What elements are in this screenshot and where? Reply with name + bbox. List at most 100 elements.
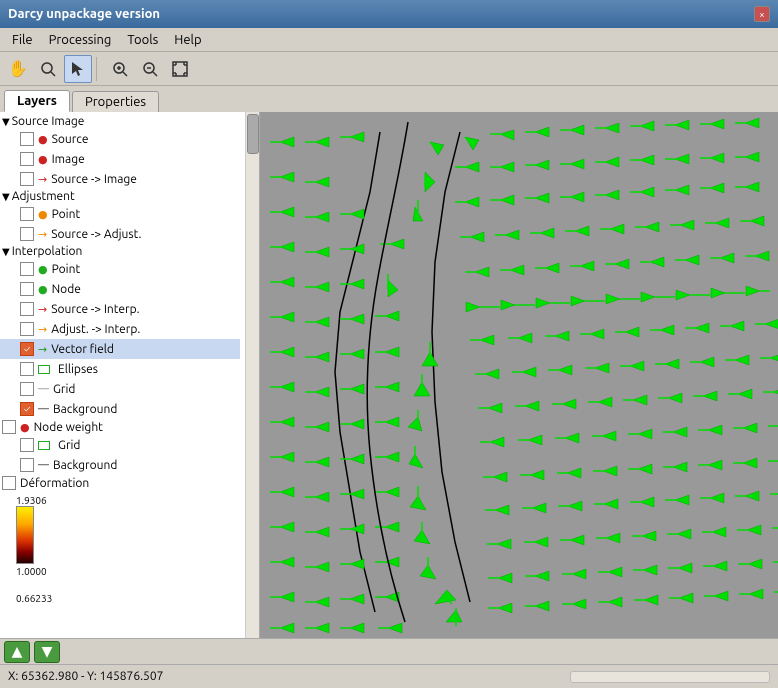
- toolbar: ✋: [0, 52, 778, 86]
- canvas-area[interactable]: [260, 112, 778, 638]
- layer-nw-grid: Grid: [0, 435, 240, 455]
- layer-adj-point: ● Point: [0, 204, 240, 224]
- zoom-out-button[interactable]: [136, 55, 164, 83]
- layer-adjust-interp: → Adjust. -> Interp.: [0, 319, 240, 339]
- layer-source: ● Source: [0, 129, 240, 149]
- checkbox-source[interactable]: [20, 132, 34, 146]
- menu-processing[interactable]: Processing: [41, 31, 120, 49]
- pan-tool-button[interactable]: ✋: [4, 55, 32, 83]
- colorbar-mid-label: 1.0000: [16, 566, 47, 577]
- checkbox-deformation-group[interactable]: [2, 476, 16, 490]
- checkbox-grid[interactable]: [20, 382, 34, 396]
- dot-red-icon: ●: [38, 133, 48, 146]
- checkbox-image[interactable]: [20, 152, 34, 166]
- layer-ellipses: Ellipses: [0, 359, 240, 379]
- line-black-icon-2: —: [38, 459, 49, 471]
- checkbox-ellipses[interactable]: [20, 362, 34, 376]
- layers-scrollbar-thumb[interactable]: [247, 114, 259, 154]
- layer-interp-background: — Background: [0, 399, 240, 419]
- colorbar-container: 1.9306 1.0000 0.66233: [0, 491, 240, 608]
- colorbar: 1.9306 1.0000 0.66233: [16, 495, 52, 604]
- title-bar: Darcy unpackage version ×: [0, 0, 778, 28]
- arrow-source-image: ▼: [2, 116, 10, 128]
- tab-layers[interactable]: Layers: [4, 90, 70, 112]
- rect-green-icon: [38, 365, 50, 374]
- layer-source-interp-label: Source -> Interp.: [51, 303, 139, 316]
- layer-vector-field-label: Vector field: [51, 343, 114, 356]
- checkbox-interp-point[interactable]: [20, 262, 34, 276]
- layer-nw-background-label: Background: [53, 459, 117, 472]
- close-button[interactable]: ×: [754, 6, 770, 22]
- layer-source-label: Source: [52, 133, 89, 146]
- layers-list: ▼ Source Image ● Source ● Image → Source…: [0, 112, 244, 610]
- coordinates-display: X: 65362.980 - Y: 145876.507: [8, 670, 570, 683]
- menu-bar: File Processing Tools Help: [0, 28, 778, 52]
- colorbar-gradient: [16, 506, 34, 564]
- canvas-background: [260, 112, 778, 638]
- tab-properties[interactable]: Properties: [72, 91, 159, 112]
- checkbox-interp-node[interactable]: [20, 282, 34, 296]
- zoom-in-tool-button[interactable]: [34, 55, 62, 83]
- main-content: ▼ Source Image ● Source ● Image → Source…: [0, 112, 778, 638]
- group-adjustment[interactable]: ▼ Adjustment: [0, 189, 240, 204]
- layer-vector-field: → Vector field: [0, 339, 240, 359]
- layer-source-adjust-label: Source -> Adjust.: [51, 228, 141, 241]
- checkbox-source-adjust[interactable]: [20, 227, 34, 241]
- checkbox-source-interp[interactable]: [20, 302, 34, 316]
- title-controls: ×: [754, 6, 770, 22]
- layer-interp-node: ● Node: [0, 279, 240, 299]
- group-adjustment-label: Adjustment: [12, 190, 75, 203]
- arrow-adjustment: ▼: [2, 191, 10, 203]
- move-up-button[interactable]: ▲: [4, 641, 30, 663]
- menu-help[interactable]: Help: [166, 31, 209, 49]
- layer-source-image: → Source -> Image: [0, 169, 240, 189]
- group-interpolation[interactable]: ▼ Interpolation: [0, 244, 240, 259]
- layer-nw-background: — Background: [0, 455, 240, 475]
- layer-adj-point-label: Point: [52, 208, 81, 221]
- menu-file[interactable]: File: [4, 31, 41, 49]
- group-deformation[interactable]: Déformation: [0, 475, 240, 491]
- line-black-icon: —: [38, 403, 49, 415]
- colorbar-min-label: 0.66233: [16, 593, 52, 604]
- layer-ellipses-label: Ellipses: [58, 363, 98, 376]
- vector-field-canvas: [260, 112, 778, 638]
- colorbar-max-label: 1.9306: [16, 495, 47, 506]
- layer-image: ● Image: [0, 149, 240, 169]
- zoom-in-button[interactable]: [106, 55, 134, 83]
- arrow-orange-icon: →: [38, 228, 47, 241]
- dot-green-icon: ●: [38, 263, 48, 276]
- checkbox-node-weight-group[interactable]: [2, 420, 16, 434]
- dot-nodeweight-icon: ●: [20, 421, 30, 434]
- group-source-image[interactable]: ▼ Source Image: [0, 114, 240, 129]
- dot-red-icon-2: ●: [38, 153, 48, 166]
- group-deformation-label: Déformation: [20, 477, 89, 490]
- layers-scrollbar[interactable]: [245, 112, 259, 638]
- layer-grid: — Grid: [0, 379, 240, 399]
- group-node-weight[interactable]: ● Node weight: [0, 419, 240, 435]
- group-node-weight-label: Node weight: [34, 421, 103, 434]
- select-tool-button[interactable]: [64, 55, 92, 83]
- arrow-red-icon-2: →: [38, 303, 47, 316]
- checkbox-adjust-interp[interactable]: [20, 322, 34, 336]
- horizontal-scrollbar[interactable]: [570, 671, 770, 683]
- checkbox-adj-point[interactable]: [20, 207, 34, 221]
- menu-tools[interactable]: Tools: [119, 31, 166, 49]
- checkbox-interp-background[interactable]: [20, 402, 34, 416]
- layer-grid-label: Grid: [53, 383, 75, 396]
- checkbox-nw-grid[interactable]: [20, 438, 34, 452]
- move-down-button[interactable]: ▼: [34, 641, 60, 663]
- layer-nw-grid-label: Grid: [58, 439, 80, 452]
- checkbox-vector-field[interactable]: [20, 342, 34, 356]
- checkbox-source-image[interactable]: [20, 172, 34, 186]
- group-interpolation-label: Interpolation: [12, 245, 83, 258]
- colorbar-visual: [16, 506, 34, 564]
- status-bar: X: 65362.980 - Y: 145876.507: [0, 664, 778, 688]
- layer-interp-point: ● Point: [0, 259, 240, 279]
- arrow-red-icon: →: [38, 173, 47, 186]
- layers-panel: ▼ Source Image ● Source ● Image → Source…: [0, 112, 260, 638]
- fit-view-button[interactable]: [166, 55, 194, 83]
- arrow-orange-icon-2: →: [38, 323, 47, 336]
- app-title: Darcy unpackage version: [8, 7, 160, 21]
- checkbox-nw-background[interactable]: [20, 458, 34, 472]
- layer-adjust-interp-label: Adjust. -> Interp.: [51, 323, 140, 336]
